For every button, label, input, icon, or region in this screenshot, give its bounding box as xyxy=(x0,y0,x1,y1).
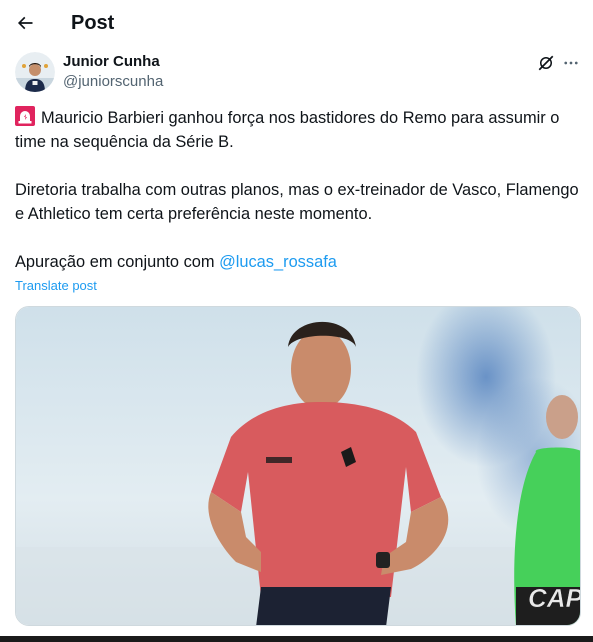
cap-logo: CAP xyxy=(528,583,581,614)
post-author: Junior Cunha @juniorscunha xyxy=(15,52,585,96)
post-line-1: Mauricio Barbieri ganhou força nos basti… xyxy=(15,109,560,151)
back-button[interactable] xyxy=(8,6,42,40)
post-line-2: Diretoria trabalha com outras planos, ma… xyxy=(15,181,579,223)
page-title: Post xyxy=(71,12,115,34)
post-body: Mauricio Barbieri ganhou força nos basti… xyxy=(15,106,583,274)
grok-icon xyxy=(538,55,554,71)
post-paragraph: Mauricio Barbieri ganhou força nos basti… xyxy=(15,106,583,154)
mention-link[interactable]: @lucas_rossafa xyxy=(219,253,337,271)
post-image[interactable]: CAP xyxy=(15,306,581,626)
more-horizontal-icon xyxy=(564,61,578,65)
siren-icon xyxy=(15,106,35,126)
grok-button[interactable] xyxy=(535,52,557,74)
author-name[interactable]: Junior Cunha xyxy=(63,53,160,70)
arrow-left-icon xyxy=(17,16,33,30)
translate-post-link[interactable]: Translate post xyxy=(15,278,97,293)
avatar[interactable] xyxy=(15,52,55,92)
post-line-3: Apuração em conjunto com xyxy=(15,253,220,271)
author-handle[interactable]: @juniorscunha xyxy=(63,73,163,90)
svg-text:CAP: CAP xyxy=(528,583,581,613)
post-paragraph: Apuração em conjunto com @lucas_rossafa xyxy=(15,250,583,274)
bottom-divider xyxy=(0,636,593,642)
top-bar: Post xyxy=(0,0,593,46)
more-button[interactable] xyxy=(560,52,582,74)
